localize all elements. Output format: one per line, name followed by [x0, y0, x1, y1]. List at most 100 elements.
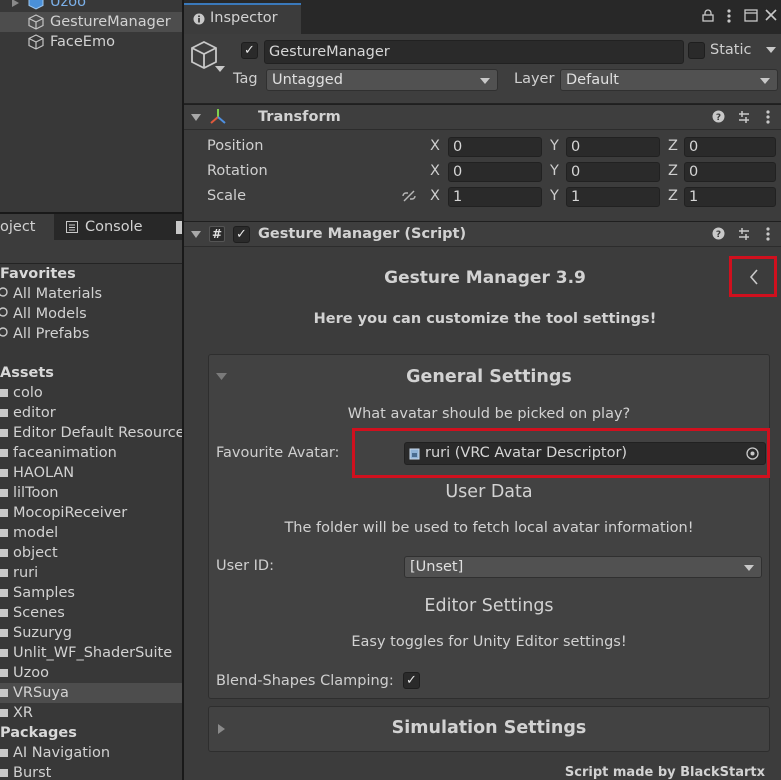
object-picker-icon[interactable]	[746, 447, 759, 460]
item-label: Burst	[13, 765, 52, 780]
folder-icon	[0, 629, 8, 637]
transform-position-y-field[interactable]: 0	[566, 137, 660, 157]
item-label: HAOLAN	[13, 465, 75, 481]
tab-label: Inspector	[210, 10, 278, 26]
package-folder[interactable]: Burst	[0, 763, 182, 780]
axis-y-label[interactable]: Y	[550, 138, 559, 154]
asset-folder[interactable]: editor	[0, 403, 182, 423]
axis-x-label[interactable]: X	[430, 163, 440, 179]
axis-x-label[interactable]: X	[430, 138, 440, 154]
asset-folder[interactable]: XR	[0, 703, 182, 723]
chevron-down-icon[interactable]	[766, 47, 776, 54]
transform-position-x-field[interactable]: 0	[448, 137, 542, 157]
transform-rotation-y-field[interactable]: 0	[566, 162, 660, 182]
transform-scale-y-field[interactable]: 1	[566, 187, 660, 207]
active-checkbox[interactable]: ✓	[241, 42, 258, 59]
blend-shapes-checkbox[interactable]: ✓	[403, 672, 420, 689]
transform-rotation-x-field[interactable]: 0	[448, 162, 542, 182]
layer-dropdown[interactable]: Default	[560, 69, 778, 91]
component-enabled-checkbox[interactable]: ✓	[233, 226, 250, 243]
favourite-avatar-value: ruri (VRC Avatar Descriptor)	[425, 445, 628, 461]
expand-arrow-icon[interactable]	[12, 0, 20, 7]
gm-subtitle: Here you can customize the tool settings…	[313, 311, 657, 327]
assets-header[interactable]: Assets	[0, 363, 182, 383]
tag-label: Tag	[233, 71, 258, 87]
axis-z-label[interactable]: Z	[668, 138, 678, 154]
tab-inspector[interactable]: Inspector	[184, 3, 301, 34]
help-icon[interactable]: ?	[712, 110, 725, 123]
help-icon[interactable]: ?	[712, 227, 725, 240]
asset-folder[interactable]: Samples	[0, 583, 182, 603]
more-options-icon[interactable]	[766, 227, 770, 241]
maximize-icon[interactable]	[744, 9, 758, 22]
constrain-proportions-icon[interactable]	[401, 190, 417, 202]
asset-folder[interactable]: Uzoo	[0, 663, 182, 683]
folder-icon	[0, 589, 8, 597]
folder-icon	[0, 409, 8, 417]
more-options-icon[interactable]	[766, 110, 770, 124]
more-options-icon[interactable]	[727, 9, 731, 23]
hierarchy-item-uzoo[interactable]: Uzoo	[0, 0, 182, 12]
packages-header[interactable]: Packages	[0, 723, 182, 743]
transform-rotation-z-field[interactable]: 0	[684, 162, 776, 182]
asset-folder[interactable]: Editor Default Resource	[0, 423, 182, 443]
folder-icon	[0, 509, 8, 517]
preset-icon[interactable]	[737, 227, 751, 241]
editor-settings-header: Editor Settings	[424, 596, 554, 616]
transform-scale-x-field[interactable]: 1	[448, 187, 542, 207]
asset-folder[interactable]: colo	[0, 383, 182, 403]
editor-settings-description: Easy toggles for Unity Editor settings!	[351, 634, 627, 650]
chevron-down-icon[interactable]	[215, 66, 225, 73]
hierarchy-item-faceemo[interactable]: FaceEmo	[0, 32, 182, 52]
asset-folder[interactable]: object	[0, 543, 182, 563]
preset-icon[interactable]	[737, 110, 751, 124]
favorite-item[interactable]: All Models	[0, 304, 182, 324]
asset-folder[interactable]: Suzuryg	[0, 623, 182, 643]
asset-folder[interactable]: model	[0, 523, 182, 543]
axis-z-label[interactable]: Z	[668, 188, 678, 204]
lock-icon[interactable]	[702, 9, 714, 22]
axis-x-label[interactable]: X	[430, 188, 440, 204]
favorites-header[interactable]: Favorites	[0, 264, 182, 284]
tab-project[interactable]: oject	[0, 214, 54, 240]
object-name-field[interactable]: GestureManager	[264, 40, 684, 64]
item-label: Samples	[13, 585, 75, 601]
asset-folder[interactable]: faceanimation	[0, 443, 182, 463]
axis-z-label[interactable]: Z	[668, 163, 678, 179]
gm-title: Gesture Manager 3.9	[384, 268, 586, 288]
item-label: Uzoo	[13, 665, 49, 681]
component-icon	[409, 448, 420, 460]
close-icon[interactable]	[765, 9, 777, 21]
static-label: Static	[710, 42, 752, 58]
asset-folder[interactable]: Unlit_WF_ShaderSuite	[0, 643, 182, 663]
hierarchy-item-gesturemanager[interactable]: GestureManager	[0, 12, 182, 32]
item-label: AI Navigation	[13, 745, 111, 761]
search-icon	[0, 307, 8, 317]
package-folder[interactable]: AI Navigation	[0, 743, 182, 763]
general-settings-header[interactable]: General Settings	[208, 367, 770, 387]
asset-folder[interactable]: VRSuya	[0, 683, 182, 703]
favorite-item[interactable]: All Prefabs	[0, 324, 182, 344]
item-label: Unlit_WF_ShaderSuite	[13, 645, 173, 661]
foldout-arrow-icon[interactable]	[191, 114, 201, 121]
asset-folder[interactable]: lilToon	[0, 483, 182, 503]
back-button[interactable]	[729, 256, 777, 297]
axis-y-label[interactable]: Y	[550, 163, 559, 179]
favorite-item[interactable]: All Materials	[0, 284, 182, 304]
axis-y-label[interactable]: Y	[550, 188, 559, 204]
asset-folder[interactable]: Scenes	[0, 603, 182, 623]
transform-position-z-field[interactable]: 0	[684, 137, 776, 157]
asset-folder[interactable]: ruri	[0, 563, 182, 583]
transform-scale-z-field[interactable]: 1	[684, 187, 776, 207]
tag-dropdown[interactable]: Untagged	[266, 69, 498, 91]
foldout-arrow-icon[interactable]	[191, 231, 201, 238]
simulation-settings-header[interactable]: Simulation Settings	[208, 718, 770, 738]
asset-folder[interactable]: HAOLAN	[0, 463, 182, 483]
static-checkbox[interactable]	[688, 42, 705, 59]
tab-console[interactable]: Console	[62, 214, 170, 240]
user-id-dropdown[interactable]: [Unset]	[404, 556, 762, 578]
favourite-avatar-field[interactable]: ruri (VRC Avatar Descriptor)	[404, 442, 766, 465]
asset-folder[interactable]: MocopiReceiver	[0, 503, 182, 523]
search-icon	[0, 327, 8, 337]
project-browser: Favorites All Materials All Models All Pref…	[0, 264, 182, 780]
